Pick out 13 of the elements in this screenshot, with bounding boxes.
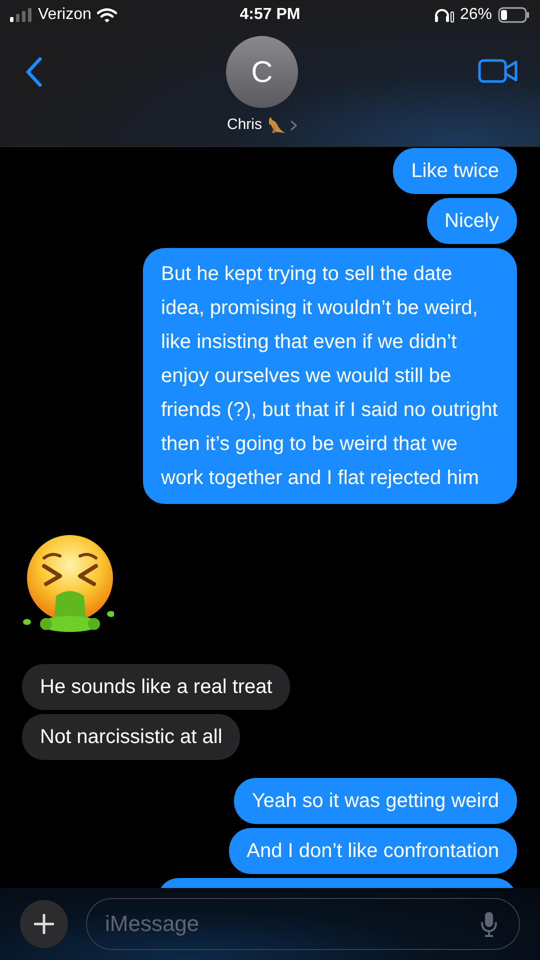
message-bubble: And I don’t like confrontation: [228, 828, 517, 874]
message-bubble: Nicely: [426, 198, 517, 244]
message-bubble: Not narcissistic at all: [22, 714, 240, 760]
contact-avatar[interactable]: C: [226, 36, 298, 108]
message-bubble: He sounds like a real treat: [22, 664, 290, 710]
message-input-field[interactable]: iMessage: [86, 898, 520, 950]
message-bubble: But he kept trying to sell the date idea, promising it wouldn’t be weird, like insisting that even if we didn’t enjoy ourselves we would still be friends (?), but that if I said no outright then it’s going to be weird that we work together and I flat rejected him: [143, 248, 517, 504]
message-bubble: Like twice: [393, 148, 517, 194]
message-bubble: Yeah so it was getting weird: [234, 778, 517, 824]
carrier-name: Verizon: [38, 5, 92, 25]
battery-percentage: 26%: [460, 5, 492, 25]
contact-name[interactable]: Chris: [226, 114, 262, 136]
clock-time: 4:57 PM: [240, 5, 300, 25]
